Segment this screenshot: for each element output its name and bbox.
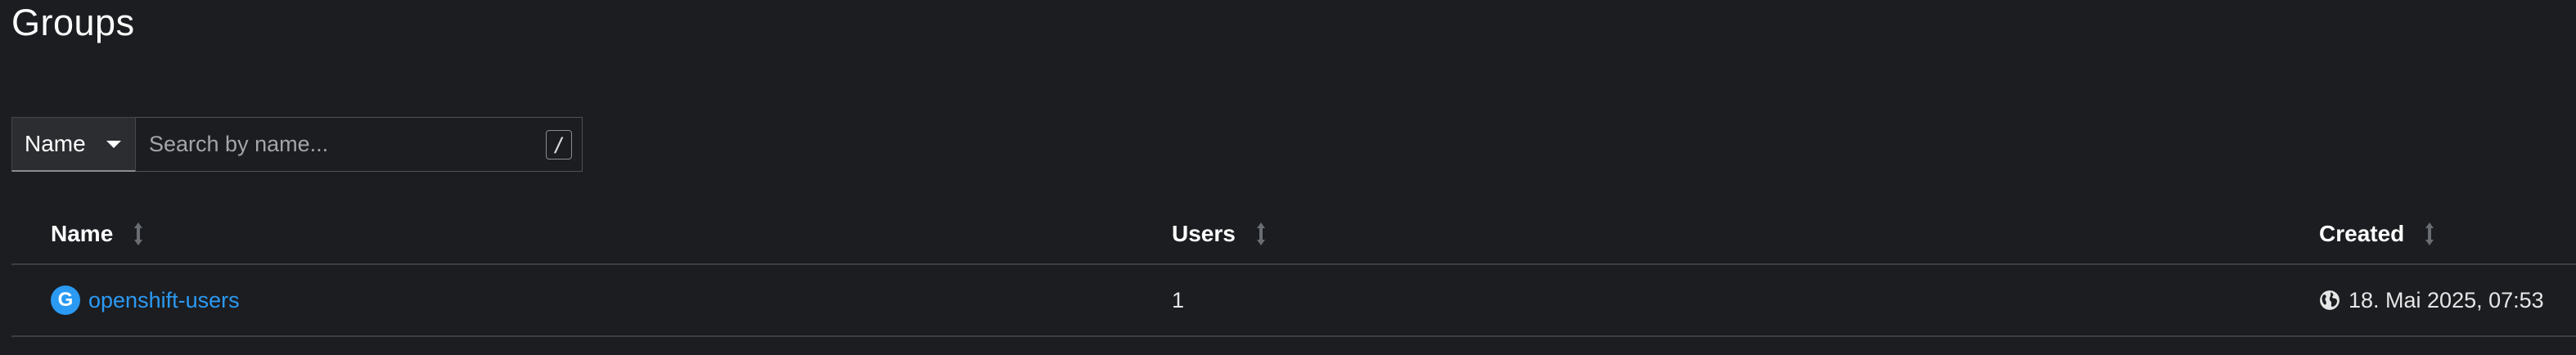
table-row: G openshift-users 1 18. Mai 2025, 07:53 — [11, 265, 2576, 337]
created-timestamp: 18. Mai 2025, 07:53 — [2349, 287, 2544, 312]
cell-users: 1 — [1172, 287, 1185, 312]
group-badge-icon: G — [51, 285, 80, 315]
filter-toolbar: Name / — [11, 117, 583, 172]
column-header-label: Users — [1172, 221, 1236, 246]
cell-created: 18. Mai 2025, 07:53 — [2319, 265, 2544, 335]
column-header-label: Name — [51, 221, 114, 246]
page-title: Groups — [11, 2, 135, 43]
groups-table: Name Users Created G openshift-users 1 1… — [11, 204, 2576, 337]
search-input[interactable] — [149, 132, 534, 157]
group-name-link[interactable]: openshift-users — [88, 288, 240, 313]
groups-page: Groups Name / Name Users — [0, 0, 2576, 355]
filter-type-dropdown[interactable]: Name — [11, 117, 136, 172]
search-box: / — [136, 117, 583, 172]
sort-icon — [1256, 222, 1265, 245]
caret-down-icon — [106, 140, 121, 148]
column-header-name[interactable]: Name — [51, 221, 144, 247]
sort-icon — [134, 222, 143, 245]
table-header: Name Users Created — [11, 204, 2576, 265]
keyboard-shortcut-hint: / — [546, 130, 572, 160]
cell-name: G openshift-users — [51, 265, 240, 335]
column-header-label: Created — [2319, 221, 2405, 246]
column-header-users[interactable]: Users — [1172, 221, 1267, 247]
globe-icon — [2320, 290, 2340, 310]
column-header-created[interactable]: Created — [2319, 221, 2435, 247]
sort-icon — [2425, 222, 2434, 245]
filter-type-label: Name — [25, 131, 86, 156]
